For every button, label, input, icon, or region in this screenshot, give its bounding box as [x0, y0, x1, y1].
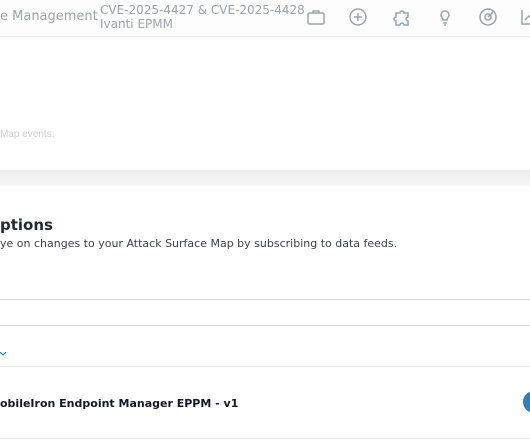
- puzzle-icon[interactable]: [391, 6, 413, 28]
- panel-title: ptions: [0, 216, 53, 234]
- search-field-bottom-border[interactable]: [0, 325, 530, 326]
- background-faded-text: Map events.: [0, 129, 55, 140]
- nav-section-label[interactable]: e Management: [0, 9, 98, 24]
- briefcase-icon[interactable]: [305, 6, 327, 28]
- lightbulb-icon[interactable]: [434, 6, 456, 28]
- search-field-top-border[interactable]: [0, 299, 530, 300]
- feed-label: obileIron Endpoint Manager EPPM - v1: [0, 397, 239, 410]
- radar-icon[interactable]: [477, 6, 499, 28]
- cve-title-line1: CVE-2025-4427 & CVE-2025-4428: [100, 3, 305, 17]
- subscriptions-panel: ptions ye on changes to your Attack Surf…: [0, 186, 530, 442]
- background-content: [0, 37, 530, 172]
- plus-circle-icon[interactable]: [347, 6, 369, 28]
- chevron-down-icon[interactable]: [0, 343, 7, 356]
- divider: [0, 438, 530, 439]
- feed-list-item[interactable]: obileIron Endpoint Manager EPPM - v1: [0, 367, 530, 437]
- cve-title[interactable]: CVE-2025-4427 & CVE-2025-4428 Ivanti EPM…: [100, 3, 305, 31]
- top-bar: e Management CVE-2025-4427 & CVE-2025-44…: [0, 0, 530, 37]
- panel-description: ye on changes to your Attack Surface Map…: [0, 237, 398, 250]
- feed-subscribe-toggle[interactable]: [523, 391, 530, 413]
- modal-backdrop-edge: [0, 170, 530, 186]
- cve-title-line2: Ivanti EPMM: [100, 17, 173, 31]
- chart-icon[interactable]: [518, 6, 530, 28]
